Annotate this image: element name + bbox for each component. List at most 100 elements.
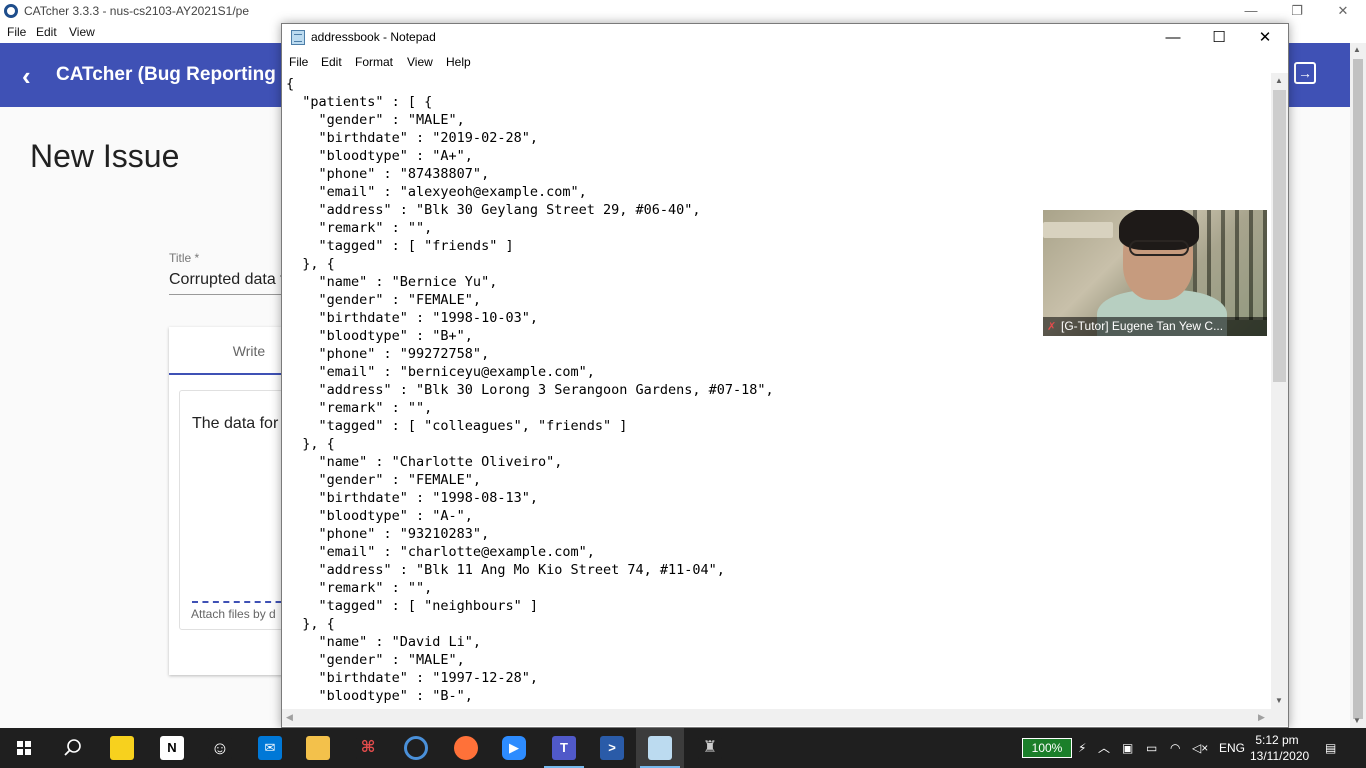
catcher-menu-view[interactable]: View (69, 25, 95, 39)
notepad-text-line: "patients" : [ { (286, 94, 433, 110)
clock[interactable]: 5:12 pm 13/11/2020 (1250, 732, 1310, 764)
tray-app-icon[interactable]: ▣ (1122, 728, 1133, 768)
scroll-down-arrow-icon[interactable]: ▼ (1275, 696, 1283, 705)
notepad-text-line: "phone" : "93210283", (286, 526, 490, 542)
catcher-titlebar: CATcher 3.3.3 - nus-cs2103-AY2021S1/pe —… (0, 0, 1366, 22)
notepad-text-line: "email" : "charlotte@example.com", (286, 544, 595, 560)
notepad-text-line: "remark" : "", (286, 400, 433, 416)
catcher-menu-file[interactable]: File (7, 25, 26, 39)
teams-icon: T (552, 736, 576, 760)
notepad-text-line: "address" : "Blk 11 Ang Mo Kio Street 74… (286, 562, 725, 578)
taskbar-catcher[interactable] (392, 728, 440, 768)
notepad-text-content: { "patients" : [ { "gender" : "MALE", "b… (286, 75, 774, 705)
notepad-text-line: "gender" : "MALE", (286, 112, 465, 128)
notepad-menu-help[interactable]: Help (446, 55, 471, 69)
scroll-up-arrow-icon[interactable]: ▲ (1275, 76, 1283, 85)
notion-icon: N (160, 736, 184, 760)
folder-icon (306, 736, 330, 760)
octocat-icon: ☺ (208, 736, 232, 760)
scroll-left-arrow-icon[interactable]: ◀ (286, 712, 293, 723)
clock-date: 13/11/2020 (1250, 749, 1310, 763)
notepad-text-line: "gender" : "FEMALE", (286, 292, 482, 308)
muted-mic-icon: ✗ (1047, 321, 1057, 333)
participant-glasses (1129, 240, 1189, 256)
taskbar-lantern[interactable]: ♜ (686, 728, 734, 768)
catcher-logo-icon (4, 4, 18, 18)
notepad-vertical-scroll-thumb[interactable] (1273, 90, 1286, 382)
mail-icon: ✉ (258, 736, 282, 760)
chevron-up-icon[interactable]: ︿ (1098, 728, 1110, 768)
issue-title-underline (169, 294, 289, 295)
notepad-minimize-button[interactable]: — (1150, 24, 1196, 51)
taskbar-file-explorer[interactable] (294, 728, 342, 768)
taskbar-notion[interactable]: N (148, 728, 196, 768)
taskbar-powershell[interactable]: > (588, 728, 636, 768)
notepad-menu-edit[interactable]: Edit (321, 55, 342, 69)
desktop-screen: CATcher 3.3.3 - nus-cs2103-AY2021S1/pe —… (0, 0, 1366, 768)
notepad-size-grip (1271, 709, 1288, 726)
attach-files-hint[interactable]: Attach files by d (191, 607, 276, 621)
taskbar-sticky-notes[interactable] (98, 728, 146, 768)
taskbar-octocat[interactable]: ☺ (196, 728, 244, 768)
catcher-restore-button[interactable]: ❐ (1274, 0, 1320, 22)
wifi-icon[interactable]: ◠ (1170, 728, 1180, 768)
scroll-up-arrow-icon[interactable]: ▲ (1353, 45, 1361, 54)
catcher-scroll-thumb[interactable] (1353, 59, 1363, 719)
search-icon (64, 739, 81, 756)
catcher-page-scrollbar[interactable]: ▲ ▼ (1350, 43, 1366, 728)
taskbar-acrobat[interactable]: ⌘ (344, 728, 392, 768)
battery-indicator[interactable]: 100% (1022, 738, 1072, 758)
taskbar-mail[interactable]: ✉ (246, 728, 294, 768)
taskbar-teams[interactable]: T (540, 728, 588, 768)
notepad-menu-view[interactable]: View (407, 55, 433, 69)
video-call-thumbnail[interactable]: ✗ [G-Tutor] Eugene Tan Yew C... (1043, 210, 1267, 336)
notepad-text-line: "address" : "Blk 30 Lorong 3 Serangoon G… (286, 382, 774, 398)
notepad-text-line: "bloodtype" : "A-", (286, 508, 473, 524)
taskbar-zoom[interactable]: ▶ (490, 728, 538, 768)
notepad-text-line: "phone" : "87438807", (286, 166, 490, 182)
notepad-text-line: }, { (286, 436, 335, 452)
catcher-close-button[interactable]: ✕ (1320, 0, 1366, 22)
notepad-window-title: addressbook - Notepad (311, 30, 436, 44)
notepad-text-line: "bloodtype" : "B+", (286, 328, 473, 344)
logout-icon[interactable]: → (1294, 62, 1316, 84)
catcher-menu-edit[interactable]: Edit (36, 25, 57, 39)
notepad-menu-file[interactable]: File (289, 55, 308, 69)
notepad-close-button[interactable]: ✕ (1242, 24, 1288, 51)
power-plug-icon[interactable]: ⚡ (1078, 728, 1086, 768)
issue-title-input[interactable]: Corrupted data f (169, 271, 285, 289)
search-button[interactable] (48, 728, 96, 768)
powershell-icon: > (600, 736, 624, 760)
notepad-maximize-button[interactable]: ☐ (1196, 24, 1242, 51)
notepad-text-line: "tagged" : [ "colleagues", "friends" ] (286, 418, 628, 434)
notepad-horizontal-scrollbar[interactable]: ◀ ▶ (282, 709, 1271, 726)
notepad-text-line: "email" : "berniceyu@example.com", (286, 364, 595, 380)
notepad-vertical-scrollbar[interactable]: ▲ ▼ (1271, 73, 1288, 709)
taskbar-firefox[interactable] (442, 728, 490, 768)
scroll-right-arrow-icon[interactable]: ▶ (1258, 712, 1265, 723)
scroll-down-arrow-icon[interactable]: ▼ (1353, 716, 1361, 725)
notepad-text-line: "tagged" : [ "friends" ] (286, 238, 514, 254)
acrobat-icon: ⌘ (356, 736, 380, 760)
notepad-text-line: "bloodtype" : "B-", (286, 688, 473, 704)
volume-muted-icon[interactable]: ◁× (1192, 728, 1208, 768)
start-button[interactable] (0, 728, 48, 768)
notepad-text-area[interactable]: { "patients" : [ { "gender" : "MALE", "b… (282, 73, 1271, 709)
back-arrow-icon[interactable]: ‹ (22, 61, 31, 92)
notepad-titlebar[interactable]: addressbook - Notepad — ☐ ✕ (282, 24, 1288, 51)
description-text: The data for (192, 415, 279, 432)
catcher-minimize-button[interactable]: — (1228, 0, 1274, 22)
taskbar-notepad[interactable] (636, 728, 684, 768)
notepad-text-line: "remark" : "", (286, 580, 433, 596)
notepad-menu-format[interactable]: Format (355, 55, 393, 69)
attach-drop-zone-border (192, 601, 292, 603)
notepad-text-line: "bloodtype" : "A+", (286, 148, 473, 164)
notification-center-icon[interactable]: ▤ (1325, 728, 1336, 768)
notepad-text-line: "remark" : "", (286, 220, 433, 236)
page-title: New Issue (30, 138, 180, 174)
issue-title-label: Title * (169, 251, 200, 265)
notepad-app-icon (291, 30, 305, 45)
battery-icon[interactable]: ▭ (1146, 728, 1157, 768)
language-indicator[interactable]: ENG (1219, 728, 1245, 768)
notepad-text-line: "phone" : "99272758", (286, 346, 490, 362)
